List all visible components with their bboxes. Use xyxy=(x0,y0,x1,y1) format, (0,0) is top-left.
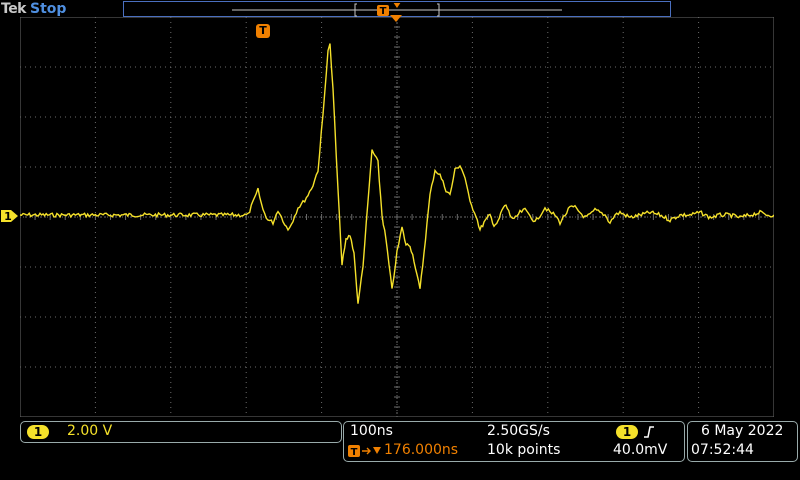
channel1-readout[interactable]: 1 2.00 V xyxy=(20,421,342,443)
readout-bar: 1 2.00 V 100ns 2.50GS/s 1 T 176.000ns 10… xyxy=(0,420,800,480)
channel1-ground-marker[interactable]: 1 xyxy=(0,208,18,224)
brand-label: Tek xyxy=(1,0,27,17)
record-trigger-label: T xyxy=(380,6,387,17)
trigger-delay: 176.000ns xyxy=(384,442,459,458)
trigger-delay-icon: T xyxy=(348,445,381,458)
trigger-level: 40.0mV xyxy=(613,442,668,458)
datetime-readout: 6 May 2022 07:52:44 xyxy=(687,421,798,462)
channel1-badge: 1 xyxy=(27,425,49,439)
time-per-div: 100ns xyxy=(350,423,393,439)
graticule xyxy=(20,17,774,417)
record-length: 10k points xyxy=(487,442,561,458)
date-label: 6 May 2022 xyxy=(701,423,784,439)
trigger-position-icon[interactable]: T xyxy=(256,24,270,38)
status-header: Tek Stop xyxy=(0,0,66,17)
trigger-source-badge: 1 xyxy=(616,425,638,439)
svg-text:1: 1 xyxy=(4,210,12,223)
channel1-scale: 2.00 V xyxy=(67,423,113,439)
waveform-display[interactable] xyxy=(20,17,774,417)
expansion-point-icon xyxy=(393,2,401,8)
expansion-point-marker-icon xyxy=(390,15,402,22)
time-label: 07:52:44 xyxy=(691,442,754,458)
sample-rate: 2.50GS/s xyxy=(487,423,550,439)
horizontal-trigger-readout[interactable]: 100ns 2.50GS/s 1 T 176.000ns 10k points … xyxy=(343,421,685,462)
run-state-label: Stop xyxy=(30,0,67,17)
svg-text:T: T xyxy=(351,447,358,458)
rising-edge-icon xyxy=(644,426,654,438)
